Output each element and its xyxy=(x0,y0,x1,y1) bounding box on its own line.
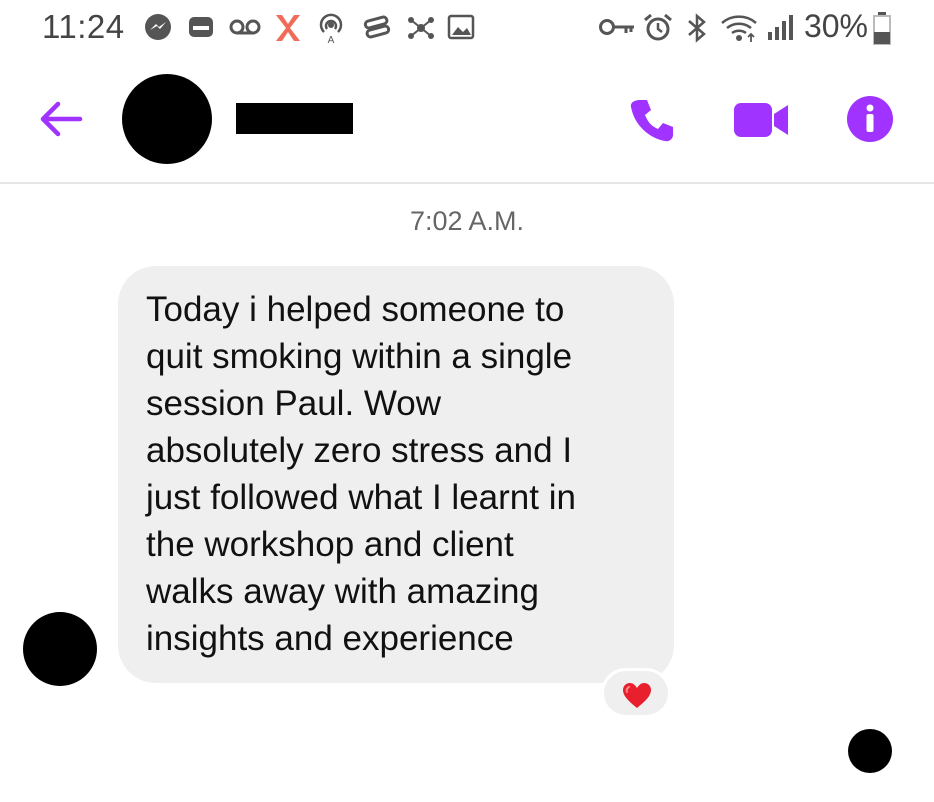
messenger-icon xyxy=(145,14,171,40)
bluetooth-icon xyxy=(688,13,706,43)
wifi-icon xyxy=(721,15,757,42)
signal-icon xyxy=(768,15,793,40)
app-x-icon xyxy=(276,15,300,41)
info-icon[interactable] xyxy=(847,96,893,142)
message-line: just followed what I learnt in xyxy=(146,478,576,517)
heart-icon xyxy=(623,683,651,708)
voicemail-icon xyxy=(229,19,261,35)
message-line: Today i helped someone to xyxy=(146,290,565,329)
heart-reaction[interactable] xyxy=(601,668,671,718)
message-timestamp: 7:02 A.M. xyxy=(409,206,525,236)
alarm-icon xyxy=(644,13,672,41)
message-line: the workshop and client xyxy=(146,525,514,564)
read-receipt-avatar xyxy=(848,729,892,773)
message-line: walks away with amazing xyxy=(146,572,539,611)
sync-icon xyxy=(363,15,391,39)
battery-icon xyxy=(873,12,891,45)
messenger-chat-screen: 11:24 A 30% 7:02 A.M. Today i helped som… xyxy=(0,0,934,802)
contact-name-redacted[interactable] xyxy=(236,103,353,134)
battery-percentage: 30% xyxy=(803,8,868,44)
message-line: insights and experience xyxy=(146,619,514,658)
chat-header xyxy=(0,56,934,184)
key-icon xyxy=(599,19,634,35)
message-line: absolutely zero stress and I xyxy=(146,431,573,470)
hotspot-icon: A xyxy=(319,13,343,44)
card-icon xyxy=(189,17,213,37)
contact-avatar[interactable] xyxy=(122,74,212,164)
message-line: session Paul. Wow xyxy=(146,384,442,423)
sender-avatar[interactable] xyxy=(23,612,97,686)
back-arrow-icon[interactable] xyxy=(38,96,84,142)
status-bar: 11:24 A 30% xyxy=(0,0,934,56)
image-icon xyxy=(447,14,475,40)
phone-icon[interactable] xyxy=(628,96,676,144)
message-line: quit smoking within a single xyxy=(146,337,573,376)
network-icon xyxy=(408,17,434,39)
svg-text:A: A xyxy=(328,35,335,44)
video-icon[interactable] xyxy=(734,100,790,140)
status-time: 11:24 xyxy=(42,8,125,45)
message-bubble[interactable]: Today i helped someone to quit smoking w… xyxy=(118,266,674,683)
